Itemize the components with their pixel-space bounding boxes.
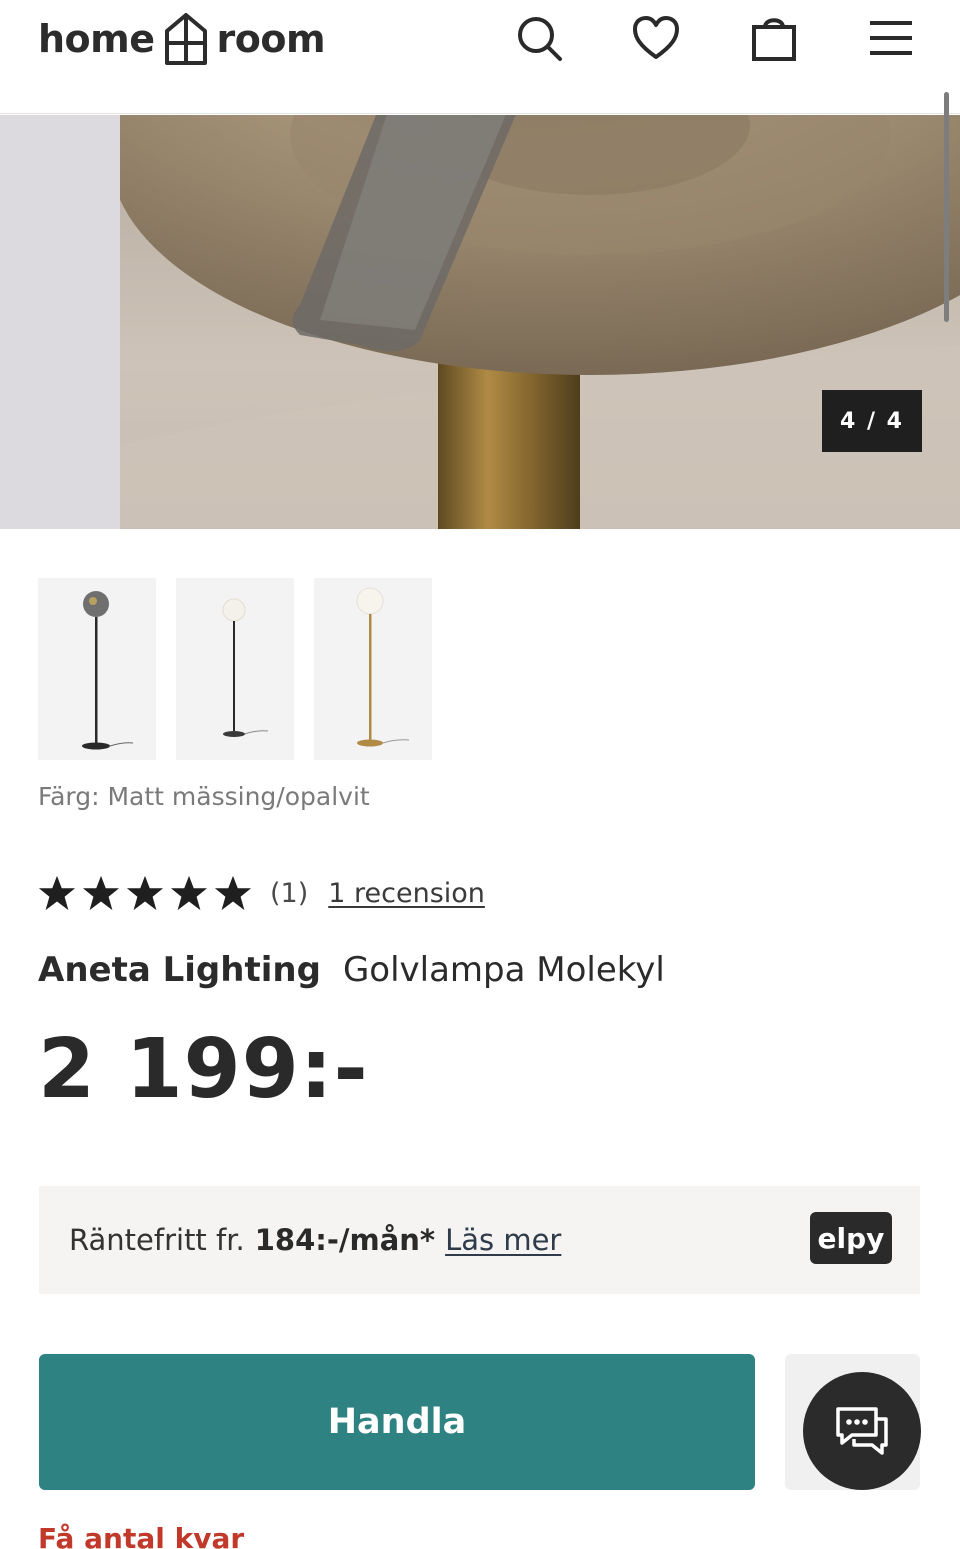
product-rating: (1) 1 recension: [38, 870, 485, 916]
product-image-closeup[interactable]: [120, 115, 960, 529]
product-image-gallery[interactable]: [0, 115, 960, 529]
house-logo-icon: [164, 13, 207, 65]
reviews-link[interactable]: 1 recension: [328, 878, 485, 909]
search-icon[interactable]: [511, 10, 567, 66]
star-icon: [170, 874, 208, 912]
star-rating: [38, 874, 252, 912]
financing-prefix: Räntefritt fr.: [69, 1223, 245, 1257]
lamp-closeup-illustration: [120, 115, 960, 529]
scrollbar[interactable]: [944, 92, 949, 322]
bag-icon[interactable]: [746, 10, 802, 66]
logo[interactable]: home room: [38, 8, 326, 70]
floor-lamp-icon: [356, 587, 410, 747]
product-brand[interactable]: Aneta Lighting: [38, 950, 321, 990]
product-title: Aneta Lighting Golvlampa Molekyl: [38, 950, 665, 990]
variant-thumbnail-smoke[interactable]: [38, 578, 156, 760]
star-icon: [82, 874, 120, 912]
floor-lamp-icon: [82, 591, 134, 750]
financing-info: Räntefritt fr. 184:-/mån* Läs mer elpy: [39, 1186, 920, 1294]
variant-thumbnail-brass-opal[interactable]: [314, 578, 432, 760]
product-price: 2 199:-: [38, 1022, 369, 1117]
elpy-logo: elpy: [810, 1212, 892, 1264]
heart-icon[interactable]: [628, 10, 684, 66]
stock-status: Få antal kvar: [38, 1522, 245, 1549]
buy-button[interactable]: Handla: [39, 1354, 755, 1490]
color-label: Färg: Matt mässing/opalvit: [38, 782, 370, 811]
previous-image-peek[interactable]: [0, 115, 120, 529]
chat-button[interactable]: [803, 1372, 921, 1490]
star-icon: [126, 874, 164, 912]
chat-icon: [836, 1407, 888, 1455]
menu-icon[interactable]: [863, 10, 919, 66]
logo-text-room: room: [216, 17, 326, 61]
variant-thumbnails: [38, 578, 432, 760]
floor-lamp-icon: [222, 598, 269, 737]
logo-text-home: home: [38, 17, 155, 61]
star-icon: [214, 874, 252, 912]
variant-thumbnail-black-opal[interactable]: [176, 578, 294, 760]
financing-text: Räntefritt fr. 184:-/mån* Läs mer: [69, 1223, 561, 1257]
star-icon: [38, 874, 76, 912]
rating-count: (1): [270, 877, 309, 909]
site-header: home room: [0, 0, 960, 114]
financing-amount: 184:-/mån*: [254, 1223, 436, 1257]
product-name: Golvlampa Molekyl: [342, 950, 665, 990]
read-more-link[interactable]: Läs mer: [445, 1223, 561, 1257]
image-counter: 4 / 4: [822, 390, 922, 452]
